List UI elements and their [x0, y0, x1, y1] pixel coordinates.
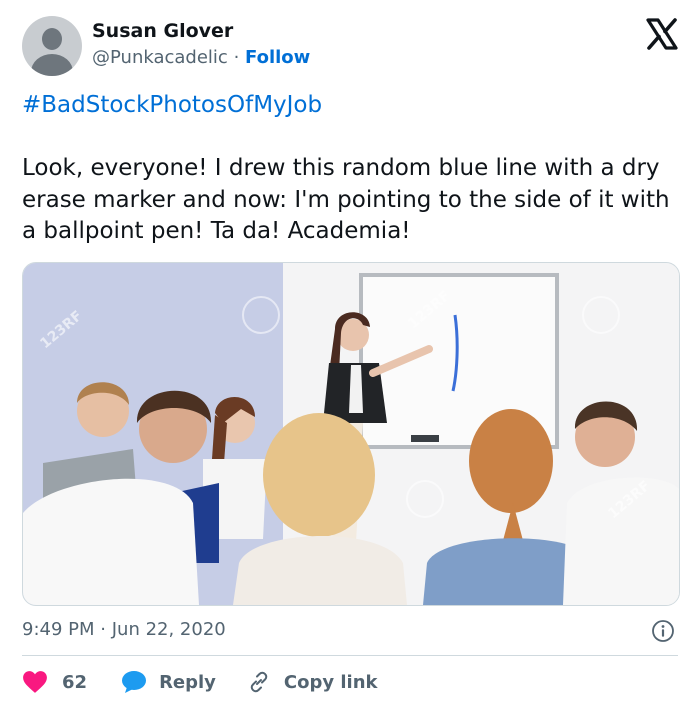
like-button[interactable]: 62 [22, 670, 87, 694]
tweet-photo[interactable]: 123RF 123RF 123RF [22, 262, 680, 606]
avatar-body [31, 54, 73, 76]
tweet-time: 9:49 PM [22, 619, 95, 640]
tweet-card: Susan Glover @Punkacadelic · Follow #Bad… [0, 0, 700, 709]
avatar[interactable] [22, 16, 82, 76]
avatar-head [42, 28, 62, 50]
reply-button[interactable]: Reply [121, 670, 216, 694]
copy-link-label: Copy link [283, 671, 378, 693]
author-handle[interactable]: @Punkacadelic [92, 47, 228, 68]
stock-photo-illustration: 123RF 123RF 123RF [23, 263, 679, 605]
follow-button[interactable]: Follow [245, 47, 310, 68]
handle-separator: · [233, 47, 240, 68]
like-count: 62 [62, 671, 88, 693]
author-handle-row: @Punkacadelic · Follow [92, 47, 310, 68]
info-icon[interactable] [651, 619, 675, 643]
timestamp[interactable]: 9:49 PM · Jun 22, 2020 [22, 619, 226, 640]
copy-link-button[interactable]: Copy link [246, 670, 378, 694]
x-logo-icon[interactable] [644, 16, 680, 52]
hashtag-link[interactable]: #BadStockPhotosOfMyJob [22, 92, 322, 118]
time-separator: · [100, 619, 106, 640]
divider [22, 655, 678, 656]
author-name[interactable]: Susan Glover [92, 20, 233, 42]
link-icon [250, 671, 268, 693]
reply-bubble-icon [122, 671, 147, 693]
heart-icon [23, 671, 47, 693]
tweet-text: Look, everyone! I drew this random blue … [22, 155, 670, 244]
action-bar: 62 Reply Copy link [22, 666, 378, 698]
tweet-date: Jun 22, 2020 [111, 619, 226, 640]
reply-label: Reply [159, 671, 216, 693]
